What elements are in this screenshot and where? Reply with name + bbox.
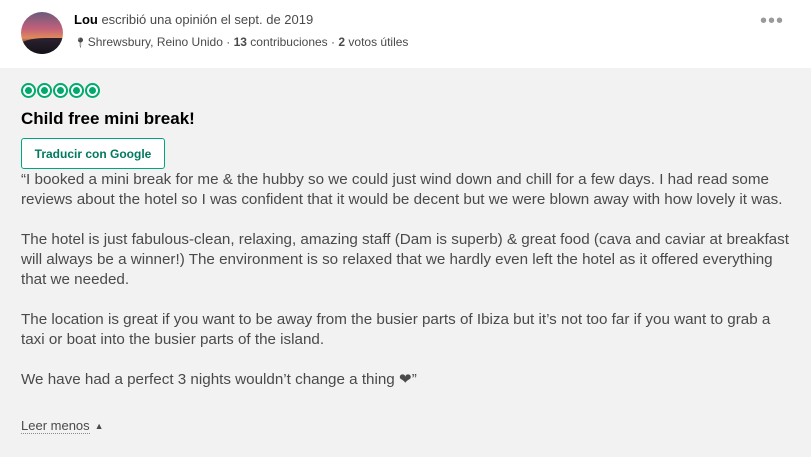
reviewer-meta: 📍︎Shrewsbury, Reino Unido · 13 contribuc… <box>74 35 408 49</box>
reviewer-line: Lou escribió una opinión el sept. de 201… <box>74 12 313 27</box>
location-pin-icon: 📍︎ <box>74 38 87 49</box>
review-date-text: escribió una opinión el sept. de 2019 <box>101 12 314 27</box>
meta-separator: · <box>331 35 336 49</box>
contributions-count: 13 <box>233 35 247 49</box>
votes-count: 2 <box>338 35 346 49</box>
meta-separator: · <box>226 35 231 49</box>
rating-bubble-icon <box>21 83 36 98</box>
rating-bubble-icon <box>69 83 84 98</box>
rating-bubble-icon <box>37 83 52 98</box>
review-paragraph: The hotel is just fabulous-clean, relaxi… <box>21 231 789 288</box>
review-header: Lou escribió una opinión el sept. de 201… <box>0 0 811 68</box>
review-text: “I booked a mini break for me & the hubb… <box>21 170 791 410</box>
review-body: Child free mini break! Traducir con Goog… <box>0 68 811 457</box>
review-title[interactable]: Child free mini break! <box>21 109 195 129</box>
reviewer-location: Shrewsbury, Reino Unido <box>87 35 223 49</box>
review-paragraph: “I booked a mini break for me & the hubb… <box>21 171 783 208</box>
avatar[interactable] <box>21 12 63 54</box>
read-less-link[interactable]: Leer menos ▲ <box>21 418 104 434</box>
contributions-label: contribuciones <box>250 35 328 49</box>
translate-button[interactable]: Traducir con Google <box>21 138 165 169</box>
rating-bubbles <box>21 83 100 98</box>
reviewer-name[interactable]: Lou <box>74 12 98 27</box>
read-less-label: Leer menos <box>21 418 90 434</box>
rating-bubble-icon <box>53 83 68 98</box>
rating-bubble-icon <box>85 83 100 98</box>
more-options-icon[interactable]: ••• <box>760 10 784 33</box>
votes-label: votos útiles <box>348 35 409 49</box>
caret-up-icon: ▲ <box>94 421 104 431</box>
review-paragraph: We have had a perfect 3 nights wouldn’t … <box>21 371 417 388</box>
review-paragraph: The location is great if you want to be … <box>21 311 771 348</box>
